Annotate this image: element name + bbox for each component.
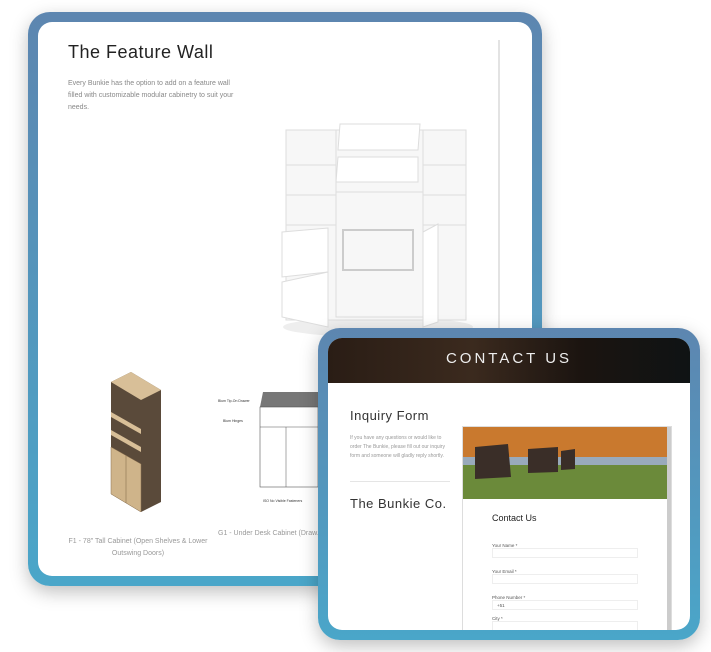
product-caption: F1 - 78" Tall Cabinet (Open Shelves & Lo… bbox=[68, 538, 208, 557]
svg-text:Blum Hinges: Blum Hinges bbox=[223, 419, 243, 423]
email-input[interactable] bbox=[492, 574, 638, 584]
scrollbar[interactable] bbox=[498, 40, 500, 340]
scrollbar[interactable] bbox=[667, 427, 671, 630]
contact-page: CONTACT US Inquiry Form If you have any … bbox=[328, 338, 690, 630]
tall-cabinet-image bbox=[110, 372, 161, 512]
inquiry-text: If you have any questions or would like … bbox=[350, 435, 445, 459]
name-input[interactable] bbox=[492, 548, 638, 558]
phone-input[interactable]: +51 bbox=[492, 600, 638, 610]
form-title: Contact Us bbox=[492, 513, 537, 523]
svg-text:ISO No Visible Fasteners: ISO No Visible Fasteners bbox=[263, 499, 302, 503]
bunkie-photo bbox=[463, 427, 671, 499]
under-desk-cabinet-diagram: Blum Tip-On Drawer Blum Hinges ISO No Vi… bbox=[218, 392, 318, 503]
inquiry-title: Inquiry Form bbox=[350, 408, 429, 423]
company-name: The Bunkie Co. bbox=[350, 496, 447, 511]
contact-form-card: Contact Us Your Name * Your Email * Phon… bbox=[462, 426, 672, 630]
divider bbox=[350, 481, 450, 482]
feature-wall-render bbox=[281, 123, 473, 337]
banner-title: CONTACT US bbox=[445, 350, 573, 367]
page-title: The Feature Wall bbox=[68, 42, 214, 62]
city-input[interactable] bbox=[492, 621, 638, 630]
tablet-frame: CONTACT US Inquiry Form If you have any … bbox=[318, 328, 700, 640]
svg-text:Blum Tip-On Drawer: Blum Tip-On Drawer bbox=[218, 399, 251, 403]
page-description: Every Bunkie has the option to add on a … bbox=[68, 80, 234, 111]
